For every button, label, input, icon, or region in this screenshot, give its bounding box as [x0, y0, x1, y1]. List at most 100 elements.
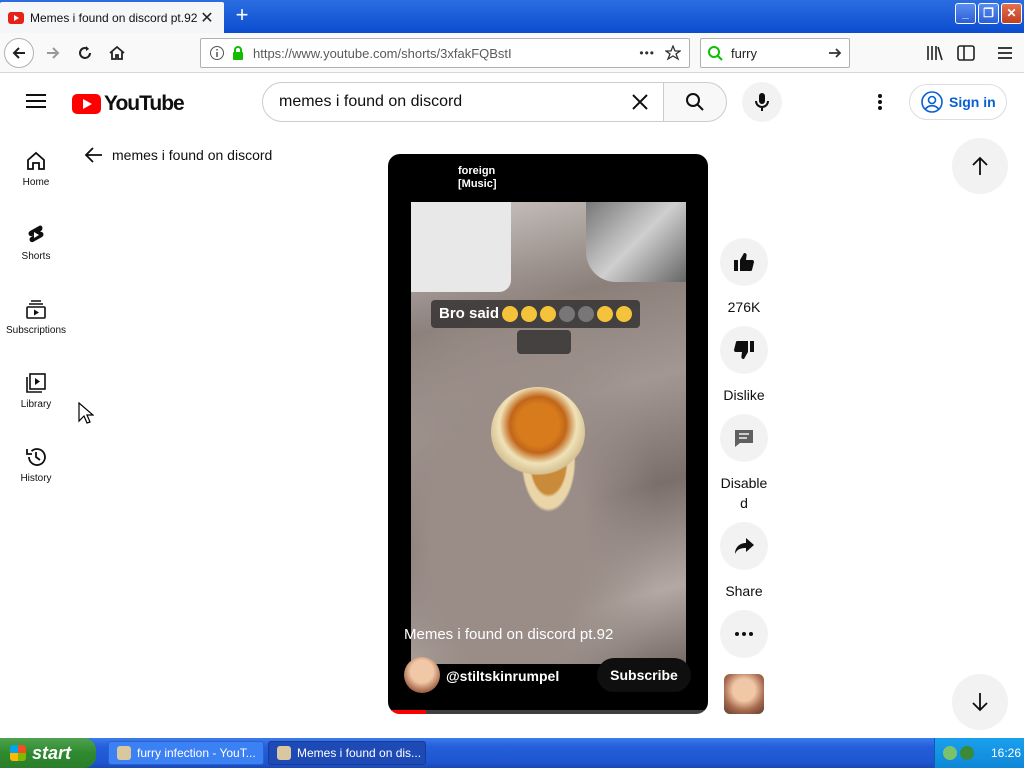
guide-item-home[interactable]: Home [0, 144, 72, 210]
shorts-player[interactable]: foreign [Music] Bro said Memes i found o… [388, 154, 708, 714]
screen: Memes i found on discord pt.92 - YouTube… [0, 0, 1024, 768]
video-frame[interactable]: Bro said [411, 202, 686, 664]
channel-name[interactable]: @stiltskinrumpel [446, 668, 559, 684]
taskbar-item-label: Memes i found on dis... [297, 746, 422, 760]
info-icon [210, 46, 224, 60]
video-progress-bar[interactable] [388, 710, 708, 714]
like-action: 276K [720, 238, 768, 317]
youtube-search-input[interactable]: memes i found on discord [262, 82, 664, 122]
video-caption-text: Bro said [439, 305, 500, 322]
lock-icon [233, 46, 243, 60]
sign-in-button[interactable]: Sign in [909, 84, 1007, 120]
restore-button[interactable]: ❐ [978, 3, 999, 24]
settings-more-button[interactable] [866, 88, 894, 116]
taskbar-item-label: furry infection - YouT... [137, 746, 256, 760]
sidebar-toggle-icon[interactable] [957, 45, 975, 61]
youtube-favicon-icon [8, 11, 24, 24]
close-window-button[interactable]: ✕ [1001, 3, 1022, 24]
page-title: memes i found on discord [112, 147, 273, 163]
guide-item-history[interactable]: History [0, 440, 72, 506]
emoji-icon [540, 306, 557, 322]
emoji-icon [578, 306, 595, 322]
reload-button[interactable] [70, 38, 100, 68]
back-button[interactable] [4, 38, 34, 68]
arrow-right-icon [47, 47, 60, 59]
go-arrow-icon[interactable] [827, 45, 843, 61]
clear-search-icon[interactable] [631, 93, 649, 111]
browser-tab-strip: Memes i found on discord pt.92 - YouTube… [0, 0, 1024, 33]
mouse-cursor-icon [78, 402, 94, 424]
music-line-1: foreign [458, 165, 496, 177]
security-tray-icon[interactable] [960, 746, 974, 760]
guide-item-shorts[interactable]: Shorts [0, 218, 72, 284]
subscribe-button[interactable]: Subscribe [597, 658, 691, 692]
youtube-logo[interactable]: YouTube [72, 92, 185, 116]
start-label: start [32, 742, 72, 763]
arrow-left-icon [12, 47, 25, 59]
short-title[interactable]: Memes i found on discord pt.92 [404, 626, 613, 643]
arrow-up-icon [972, 156, 988, 175]
browser-search-bar[interactable]: furry [700, 38, 850, 68]
library-icon [26, 373, 46, 393]
history-icon [26, 448, 46, 466]
firefox-app-icon [277, 746, 291, 760]
address-bar[interactable]: https://www.youtube.com/shorts/3xfakFQBs… [200, 38, 690, 68]
share-button[interactable] [720, 522, 768, 570]
arrow-back-icon [84, 147, 102, 163]
start-button[interactable]: start [0, 738, 96, 768]
bookmark-star-icon[interactable] [665, 45, 681, 61]
menu-hamburger-icon[interactable] [997, 46, 1013, 60]
comments-label: Disable d [720, 475, 768, 511]
clock: 16:26 [991, 746, 1022, 760]
comment-icon [735, 430, 753, 447]
sound-avatar[interactable] [724, 674, 764, 714]
next-short-button[interactable] [952, 674, 1008, 730]
voice-search-button[interactable] [742, 82, 782, 122]
video-progress-fill [388, 710, 427, 714]
minimize-button[interactable]: _ [955, 3, 976, 24]
channel-avatar[interactable] [404, 657, 440, 693]
tab-close-icon[interactable]: ✕ [198, 8, 216, 28]
guide-item-label: Subscriptions [5, 325, 67, 336]
library-toolbar-icon[interactable] [926, 45, 944, 61]
tab-title: Memes i found on discord pt.92 - YouTube [30, 10, 198, 25]
taskbar-item-memes[interactable]: Memes i found on dis... [268, 741, 426, 765]
youtube-play-icon [72, 94, 101, 114]
home-icon [109, 45, 125, 60]
search-icon [686, 93, 704, 111]
new-tab-button[interactable]: + [230, 4, 254, 28]
like-count: 276K [727, 299, 761, 315]
taskbar-item-furry-infection[interactable]: furry infection - YouT... [108, 741, 264, 765]
dislike-label: Dislike [723, 387, 765, 403]
page-actions-icon[interactable]: ••• [639, 46, 655, 60]
comments-button[interactable] [720, 414, 768, 462]
search-query-text: memes i found on discord [279, 93, 463, 110]
browser-toolbar: https://www.youtube.com/shorts/3xfakFQBs… [0, 33, 1024, 73]
dislike-button[interactable] [720, 326, 768, 374]
video-caption-overlay-2 [517, 330, 571, 354]
taskbar: start furry infection - YouT... Memes i … [0, 738, 1024, 768]
comments-action: Disable d [720, 414, 768, 513]
account-icon [921, 91, 943, 113]
like-button[interactable] [720, 238, 768, 286]
firefox-app-icon [117, 746, 131, 760]
guide-item-subscriptions[interactable]: Subscriptions [0, 292, 72, 358]
forward-button[interactable] [38, 38, 68, 68]
home-button[interactable] [102, 38, 132, 68]
network-tray-icon[interactable] [943, 746, 957, 760]
thumbs-down-icon [734, 341, 754, 359]
search-engine-icon [708, 46, 723, 61]
guide-item-library[interactable]: Library [0, 366, 72, 432]
thumbs-up-icon [734, 253, 754, 271]
youtube-search-button[interactable] [663, 82, 727, 122]
system-tray: 16:26 [934, 738, 1024, 768]
windows-flag-icon [10, 745, 26, 761]
back-to-search-link[interactable]: memes i found on discord [84, 145, 272, 165]
window-controls: _ ❐ ✕ [955, 3, 1022, 24]
guide-menu-icon[interactable] [26, 93, 46, 109]
previous-short-button[interactable] [952, 138, 1008, 194]
browser-tab-active[interactable]: Memes i found on discord pt.92 - YouTube… [0, 2, 224, 33]
guide-item-label: Home [22, 177, 50, 188]
share-label: Share [725, 583, 763, 599]
more-options-button[interactable] [720, 610, 768, 658]
